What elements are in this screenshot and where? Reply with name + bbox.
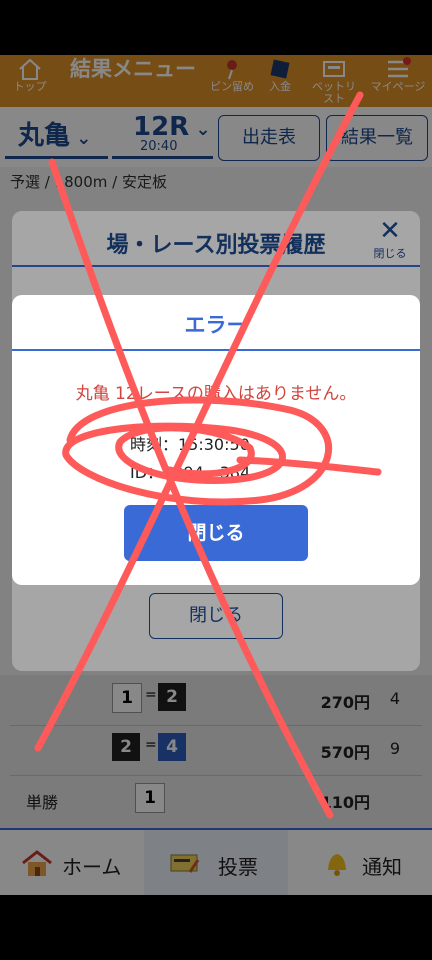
error-dialog-title: エラー: [184, 313, 248, 337]
error-time: 時刻：15:30:50: [130, 435, 250, 454]
divider: [12, 349, 420, 351]
error-id: ID：1294 - 384: [130, 463, 251, 482]
app-screen: トップ 結果メニュー ピン留め 入金 ベットリスト マイページ 丸亀 ⌄ 12R…: [0, 55, 432, 895]
error-dialog: エラー 丸亀 12レースの購入はありません。 時刻：15:30:50 ID：12…: [12, 295, 420, 585]
error-message: 丸亀 12レースの購入はありません。: [75, 384, 357, 404]
error-close-button[interactable]: 閉じる: [124, 505, 308, 561]
